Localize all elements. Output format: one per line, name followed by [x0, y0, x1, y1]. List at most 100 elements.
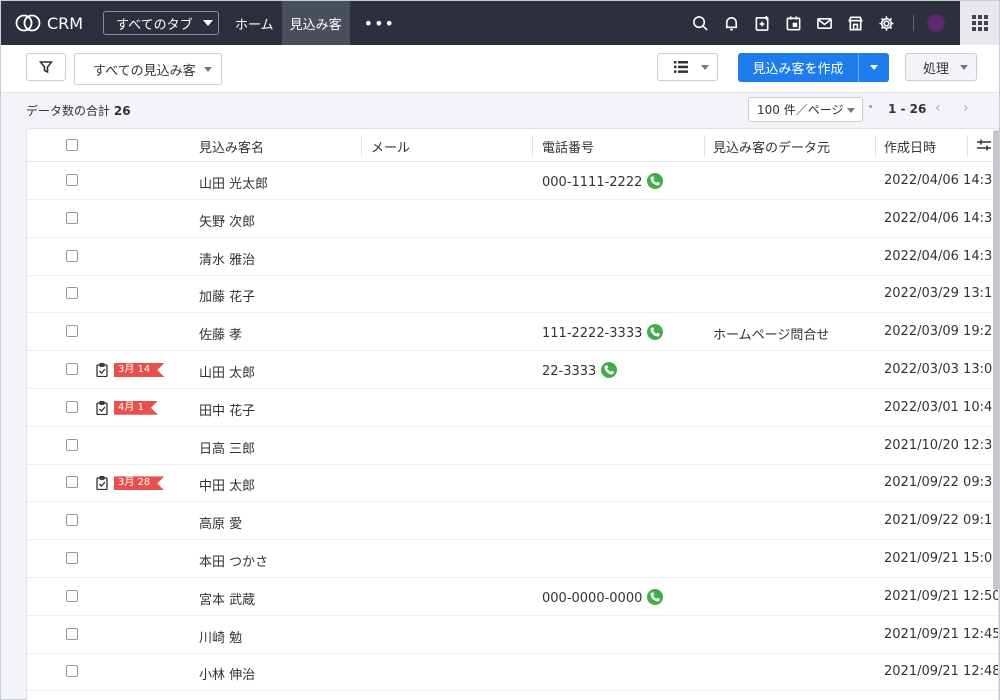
table-row[interactable]: 矢野 次郎 2022/04/06 14:36: [27, 200, 998, 238]
created-time-cell: 2022/04/06 14:36: [884, 173, 999, 188]
action-button[interactable]: 処理: [905, 53, 977, 81]
create-lead-button[interactable]: 見込み客を作成: [738, 53, 889, 82]
list-toolbar: すべての見込み客 見込み客を作成 処理: [1, 45, 999, 93]
row-checkbox[interactable]: [66, 287, 78, 300]
action-label: 処理: [923, 61, 950, 77]
row-checkbox[interactable]: [66, 325, 78, 338]
lead-name-link[interactable]: 日高 三郎: [199, 438, 255, 457]
table-row[interactable]: 加藤 花子 2022/03/29 13:19: [27, 275, 998, 314]
chevron-down-icon: [870, 65, 878, 70]
grid-icon: [971, 15, 988, 31]
select-all-checkbox[interactable]: [66, 139, 78, 151]
created-time-cell: 2021/09/21 15:07: [884, 551, 999, 566]
phone-cell: 000-0000-0000: [542, 588, 664, 606]
task-due-date-tag: 3月 14: [114, 363, 164, 377]
lead-name-link[interactable]: 山田 太郎: [199, 362, 255, 381]
list-view-toggle[interactable]: [657, 53, 718, 81]
settings-icon[interactable]: [877, 14, 895, 32]
row-checkbox[interactable]: [66, 627, 78, 640]
column-header-phone[interactable]: 電話番号: [542, 137, 594, 156]
add-task-icon[interactable]: [753, 14, 771, 32]
lead-name-link[interactable]: 高原 愛: [199, 513, 242, 532]
created-time-cell: 2022/03/09 19:22: [884, 324, 999, 340]
record-count-value: 26: [113, 104, 131, 118]
divider: [913, 15, 914, 31]
phone-number: 000-0000-0000: [542, 590, 643, 606]
lead-name-link[interactable]: 佐藤 孝: [199, 324, 242, 343]
row-checkbox[interactable]: [66, 552, 78, 564]
table-row[interactable]: 本田 つかさ 2021/09/21 15:07: [27, 540, 999, 578]
store-icon[interactable]: [846, 14, 864, 32]
lead-name-link[interactable]: 矢野 次郎: [199, 211, 255, 230]
table-row[interactable]: 3月 14 山田 太郎 22-3333 2022/03/03 13:03: [27, 351, 998, 389]
row-checkbox[interactable]: [66, 514, 78, 527]
phone-call-icon[interactable]: [647, 588, 664, 605]
mail-icon[interactable]: [815, 14, 833, 32]
app-launcher-button[interactable]: [960, 1, 999, 45]
created-time-cell: 2021/10/20 12:39: [884, 437, 999, 453]
record-count: データ数の合計 26: [26, 102, 131, 119]
task-clipboard-icon[interactable]: [96, 476, 108, 491]
lead-name-link[interactable]: 川崎 勉: [199, 627, 242, 646]
row-checkbox[interactable]: [66, 589, 78, 602]
created-time-cell: 2021/09/21 12:48: [884, 664, 999, 680]
column-header-lead-source[interactable]: 見込み客のデータ元: [713, 137, 830, 156]
lead-name-link[interactable]: 小林 伸治: [199, 664, 255, 683]
table-row[interactable]: 小林 伸治 2021/09/21 12:48: [27, 653, 999, 692]
table-row[interactable]: 3月 28 中田 太郎 2021/09/22 09:34: [27, 464, 998, 503]
user-avatar[interactable]: [927, 14, 945, 32]
nav-leads[interactable]: 見込み客: [281, 1, 350, 45]
table-row[interactable]: 4月 1 田中 花子 2022/03/01 10:45: [27, 389, 999, 427]
row-checkbox[interactable]: [66, 665, 78, 678]
created-time-cell: 2022/03/01 10:45: [884, 399, 999, 415]
nav-home[interactable]: ホーム: [235, 1, 274, 45]
row-checkbox[interactable]: [66, 476, 78, 489]
phone-cell: 111-2222-3333: [542, 324, 664, 341]
table-row[interactable]: 川崎 勉 2021/09/21 12:45: [27, 616, 998, 654]
next-page-button[interactable]: ›: [963, 100, 969, 116]
column-header-email[interactable]: メール: [371, 137, 410, 156]
row-checkbox[interactable]: [66, 438, 78, 451]
row-checkbox[interactable]: [66, 249, 78, 262]
table-row[interactable]: 宮本 武蔵 000-0000-0000 2021/09/21 12:50: [27, 578, 998, 616]
table-row[interactable]: 山田 光太郎 000-1111-2222 2022/04/06 14:36: [27, 162, 999, 200]
filter-button[interactable]: [26, 53, 66, 81]
column-header-created-time[interactable]: 作成日時: [884, 137, 936, 156]
task-clipboard-icon[interactable]: [96, 363, 108, 378]
row-checkbox[interactable]: [66, 211, 78, 224]
table-row[interactable]: 高原 愛 2021/09/22 09:16: [27, 502, 999, 541]
lead-name-link[interactable]: 田中 花子: [199, 400, 255, 419]
created-time-cell: 2022/04/06 14:36: [884, 248, 999, 264]
row-checkbox[interactable]: [66, 174, 78, 186]
all-tabs-selector[interactable]: すべてのタブ: [103, 11, 219, 35]
crm-logo[interactable]: CRM: [15, 13, 103, 33]
phone-call-icon[interactable]: [647, 324, 664, 341]
create-options-dropdown[interactable]: [859, 65, 889, 70]
lead-name-link[interactable]: 清水 雅治: [199, 249, 255, 268]
row-checkbox[interactable]: [66, 363, 78, 375]
records-per-page-select[interactable]: 100 件／ページ: [748, 97, 863, 122]
bell-icon[interactable]: [722, 14, 740, 32]
lead-name-link[interactable]: 本田 つかさ: [199, 551, 268, 570]
lead-name-link[interactable]: 山田 光太郎: [199, 173, 268, 192]
lead-name-link[interactable]: 宮本 武蔵: [199, 589, 255, 608]
task-clipboard-icon[interactable]: [96, 400, 108, 415]
calendar-icon[interactable]: [784, 14, 802, 32]
phone-call-icon[interactable]: [601, 362, 618, 378]
search-icon[interactable]: [691, 14, 709, 32]
table-row[interactable]: 日高 三郎 2021/10/20 12:39: [27, 427, 999, 465]
vertical-scrollbar[interactable]: [993, 130, 999, 590]
table-row[interactable]: 清水 雅治 2022/04/06 14:36: [27, 238, 999, 276]
row-checkbox[interactable]: [66, 400, 78, 413]
table-row[interactable]: 佐藤 孝 111-2222-3333 ホームページ問合せ 2022/03/09 19:…: [27, 313, 999, 352]
lead-name-link[interactable]: 加藤 花子: [199, 286, 255, 305]
prev-page-button[interactable]: ‹: [935, 100, 941, 116]
phone-call-icon[interactable]: [647, 173, 664, 189]
crm-logo-icon: [15, 14, 41, 32]
created-time-cell: 2021/09/22 09:16: [884, 513, 999, 529]
column-settings-icon[interactable]: [977, 138, 991, 152]
lead-name-link[interactable]: 中田 太郎: [199, 475, 255, 494]
column-header-lead-name[interactable]: 見込み客名: [199, 137, 264, 156]
more-tabs-button[interactable]: •••: [364, 14, 395, 33]
custom-view-select[interactable]: すべての見込み客: [74, 53, 222, 85]
